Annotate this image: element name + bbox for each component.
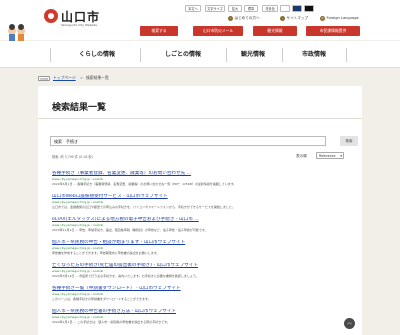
first-time-link[interactable]: › はじめての方へ: [228, 15, 260, 21]
title-divider: [38, 118, 362, 119]
nav-city-info[interactable]: 市政情報: [284, 50, 344, 60]
search-result: 個人市・県民税の申告書の手続き方法 - 山口市ウェブサイト www.city.y…: [52, 309, 352, 324]
sort-select[interactable]: Relevance: [316, 152, 344, 159]
nav-divider: [346, 48, 347, 62]
font-enlarge-button[interactable]: 拡大: [228, 5, 242, 12]
background-color-label: 背景色: [262, 5, 278, 12]
skip-to-content-button[interactable]: 本文へ: [185, 5, 201, 12]
result-snippet: 2024年3月14日 ... 市役所で行う主な手続きを、案内いたします。お手続き…: [52, 273, 199, 278]
search-input[interactable]: 検索 手続き: [50, 136, 326, 146]
search-result: 亡くなった方の手続き(死亡届の提出後の手続き) - 山口市ウェブサイト www.…: [52, 263, 352, 278]
arrow-icon: ›: [280, 15, 285, 21]
nav-divider: [140, 48, 141, 62]
result-snippet: このページは、各種手続きの申請書をダウンロードすることができます。: [52, 296, 151, 301]
main-panel: 検索結果一覧 検索 手続き 検索 検索: 約 3,790 件 (0.16 秒) …: [38, 86, 362, 335]
city-logo[interactable]: [44, 9, 58, 23]
sort-label: 表示順: [296, 154, 307, 158]
globe-icon: ◎: [320, 15, 325, 21]
search-result: 各種手続き（事業者登録、名義変更、廃業等）のお問い合わせ先 ... www.ci…: [52, 171, 352, 186]
nav-divider: [226, 48, 227, 62]
site-subtitle: Yamaguchi City Website: [61, 23, 97, 27]
result-snippet: 2022年6月1日 ... 各種手続き（事業者登録、名義変更、廃業等）のお問い合…: [52, 181, 237, 186]
bg-black-button[interactable]: [304, 5, 314, 12]
bg-blue-button[interactable]: [292, 5, 302, 12]
global-nav: くらしの情報 しごとの情報 観光情報 市政情報: [0, 41, 400, 68]
scroll-to-top-button[interactable]: ︿: [344, 318, 355, 329]
breadcrumb-separator: >: [80, 75, 84, 80]
nav-work-info[interactable]: しごとの情報: [142, 50, 224, 60]
site-header: 山口市 Yamaguchi City Website 本文へ 文字サイズ 拡大 …: [0, 0, 400, 41]
citizen-info-button[interactable]: 市民課情報提供: [306, 26, 360, 36]
search-nav-button[interactable]: 検索する: [140, 26, 178, 36]
bg-white-button[interactable]: [280, 5, 290, 12]
mascot-illustration: [8, 24, 25, 41]
nav-tourism-info[interactable]: 観光情報: [228, 50, 278, 60]
font-standard-button[interactable]: 標準: [244, 5, 258, 12]
search-result: eLTAX(エルタックス)による地方税の電子申告および手続き - 山口市 ...…: [52, 217, 352, 232]
result-snippet: 山口市では、金融機関の窓口や郵送での申込みの手続きを、パソコンやスマートフォンか…: [52, 204, 235, 209]
foreign-language-link[interactable]: ◎ Foreign Language: [320, 15, 359, 21]
result-snippet: 2024年1月1日 ... この手続きは、個人市・県民税の申告書を提出する際の手…: [52, 319, 170, 324]
page-title: 検索結果一覧: [52, 103, 107, 113]
search-result: 山口市Web口座振替受付サービス - 山口市ウェブサイト www.city.ya…: [52, 194, 352, 209]
search-result: 個人市・県民税の申告・相談が始まります - 山口市ウェブサイト www.city…: [52, 240, 352, 255]
sitemap-link[interactable]: › サイトマップ: [280, 15, 308, 21]
tourism-info-button[interactable]: 観光情報: [253, 26, 297, 36]
font-size-label: 文字サイズ: [205, 5, 225, 12]
disaster-mail-button[interactable]: 山口市防災メール: [193, 26, 243, 36]
chevron-up-icon: ︿: [346, 320, 352, 326]
home-icon[interactable]: HOME: [38, 75, 50, 81]
search-button[interactable]: 検索: [340, 136, 358, 146]
search-result: 各種手続き一覧（申請書ダウンロード） - 山口市ウェブサイト www.city.…: [52, 286, 352, 301]
breadcrumb-current: 検索結果一覧: [86, 75, 109, 80]
nav-divider: [282, 48, 283, 62]
nav-life-info[interactable]: くらしの情報: [56, 50, 138, 60]
result-snippet: 申告書を作成することができます。申告期限内に申告書の提出をお願いします。: [52, 250, 160, 255]
nav-divider: [50, 48, 51, 62]
result-snippet: 2023年11月1日 ... 申告、申請手続き、届出、軽自動車税（種別割）の申告…: [52, 227, 208, 232]
arrow-icon: ›: [228, 15, 233, 21]
result-count: 検索: 約 3,790 件 (0.16 秒): [52, 155, 93, 159]
breadcrumb-top-link[interactable]: トップページ: [53, 74, 76, 82]
